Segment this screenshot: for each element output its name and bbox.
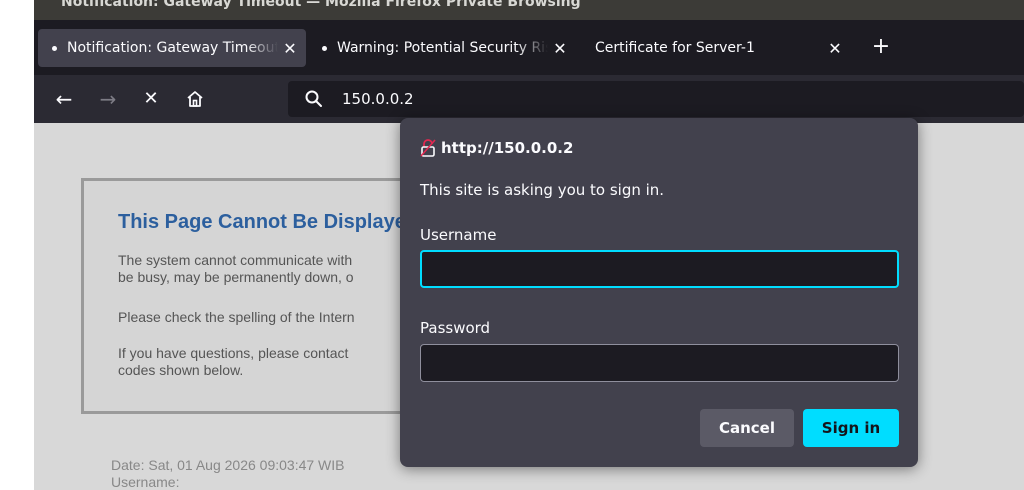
back-button[interactable]: ← bbox=[50, 85, 78, 113]
error-line: The system cannot communicate with bbox=[118, 252, 353, 268]
tab-strip: Notification: Gateway Timeout ✕ Warning:… bbox=[34, 20, 1024, 75]
error-line: codes shown below. bbox=[118, 362, 244, 378]
url-text[interactable]: 150.0.0.2 bbox=[342, 90, 414, 108]
navigation-toolbar: ← → ✕ 150.0.0.2 bbox=[34, 75, 1024, 123]
tab-label: Certificate for Server-1 bbox=[595, 40, 755, 56]
password-input[interactable] bbox=[420, 344, 899, 382]
error-line: If you have questions, please contact bbox=[118, 345, 349, 361]
page-content: This Page Cannot Be Displayed The system… bbox=[34, 118, 1024, 490]
url-bar[interactable]: 150.0.0.2 bbox=[288, 81, 1024, 117]
sign-in-dialog: http://150.0.0.2 This site is asking you… bbox=[400, 118, 918, 467]
home-button[interactable] bbox=[181, 85, 209, 113]
error-paragraph-2: Please check the spelling of the Intern bbox=[118, 309, 355, 325]
sign-in-button[interactable]: Sign in bbox=[803, 409, 899, 447]
forward-button[interactable]: → bbox=[94, 85, 122, 113]
window-title: Notification: Gateway Timeout — Mozilla … bbox=[61, 0, 581, 10]
tab-favicon-dot bbox=[322, 45, 327, 51]
error-paragraph-1: The system cannot communicate with be bu… bbox=[118, 252, 438, 286]
tab-gateway-timeout[interactable]: Notification: Gateway Timeout ✕ bbox=[38, 29, 306, 67]
home-icon bbox=[187, 91, 203, 107]
dialog-message: This site is asking you to sign in. bbox=[420, 181, 665, 199]
tab-label: Warning: Potential Security Risk Ahead bbox=[337, 40, 548, 56]
close-tab-icon[interactable]: ✕ bbox=[278, 39, 302, 58]
error-panel: This Page Cannot Be Displayed The system… bbox=[81, 178, 441, 414]
browser-window: Notification: Gateway Timeout — Mozilla … bbox=[34, 0, 1024, 490]
error-date: Date: Sat, 01 Aug 2026 09:03:47 WIB bbox=[111, 457, 345, 473]
error-username: Username: bbox=[111, 474, 180, 490]
username-input[interactable] bbox=[420, 250, 899, 288]
username-label: Username bbox=[420, 226, 497, 244]
search-icon bbox=[305, 90, 322, 107]
error-title: This Page Cannot Be Displayed bbox=[118, 211, 419, 233]
insecure-lock-icon bbox=[420, 139, 436, 157]
tab-security-warning[interactable]: Warning: Potential Security Risk Ahead ✕ bbox=[308, 29, 576, 67]
tab-certificate[interactable]: Certificate for Server-1 ✕ bbox=[581, 29, 851, 67]
stop-button[interactable]: ✕ bbox=[137, 85, 165, 113]
cancel-button[interactable]: Cancel bbox=[700, 409, 794, 447]
error-paragraph-3: If you have questions, please contact co… bbox=[118, 345, 438, 379]
close-tab-icon[interactable]: ✕ bbox=[548, 39, 572, 58]
password-label: Password bbox=[420, 319, 491, 337]
dialog-origin: http://150.0.0.2 bbox=[420, 139, 573, 157]
error-line: be busy, may be permanently down, o bbox=[118, 269, 354, 285]
close-tab-icon[interactable]: ✕ bbox=[823, 39, 847, 58]
tab-favicon-dot bbox=[52, 45, 57, 51]
tab-label: Notification: Gateway Timeout bbox=[67, 40, 278, 56]
dialog-origin-text: http://150.0.0.2 bbox=[441, 139, 574, 157]
window-titlebar: Notification: Gateway Timeout — Mozilla … bbox=[34, 0, 1024, 20]
new-tab-button[interactable]: + bbox=[868, 35, 894, 61]
